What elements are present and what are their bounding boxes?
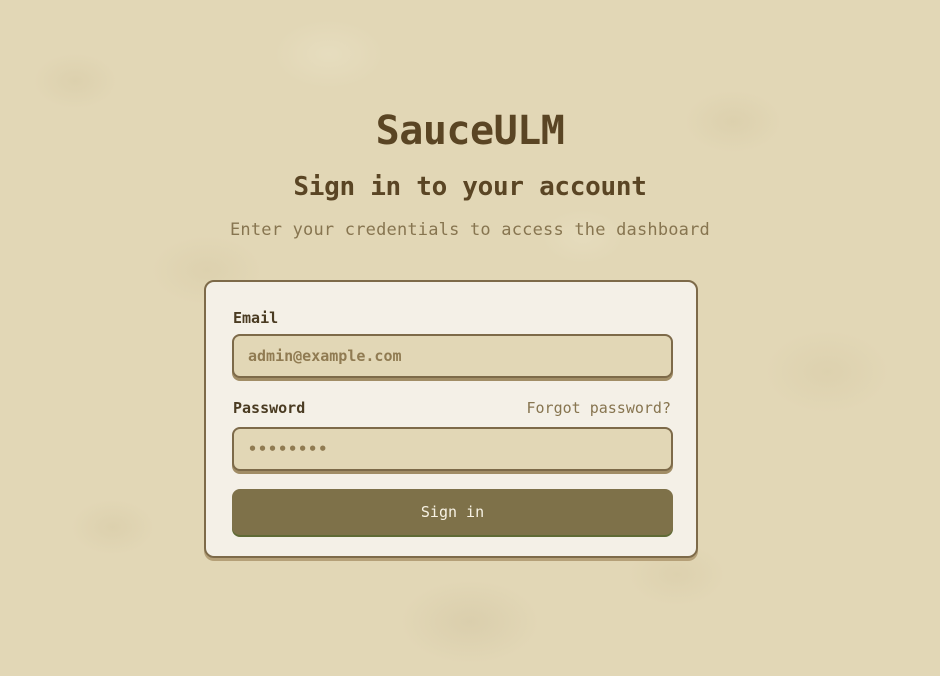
email-input[interactable]: [232, 334, 673, 378]
brand-title: SauceULM: [375, 108, 565, 154]
forgot-password-link[interactable]: Forgot password?: [527, 399, 672, 417]
login-card: Email Password Forgot password? Sign in: [204, 280, 698, 558]
page-title: Sign in to your account: [293, 172, 647, 202]
page-subtitle: Enter your credentials to access the das…: [229, 220, 710, 240]
password-label: Password: [233, 399, 306, 417]
sign-in-button[interactable]: Sign in: [232, 489, 673, 535]
password-input[interactable]: [232, 427, 673, 471]
email-label: Email: [233, 309, 279, 327]
